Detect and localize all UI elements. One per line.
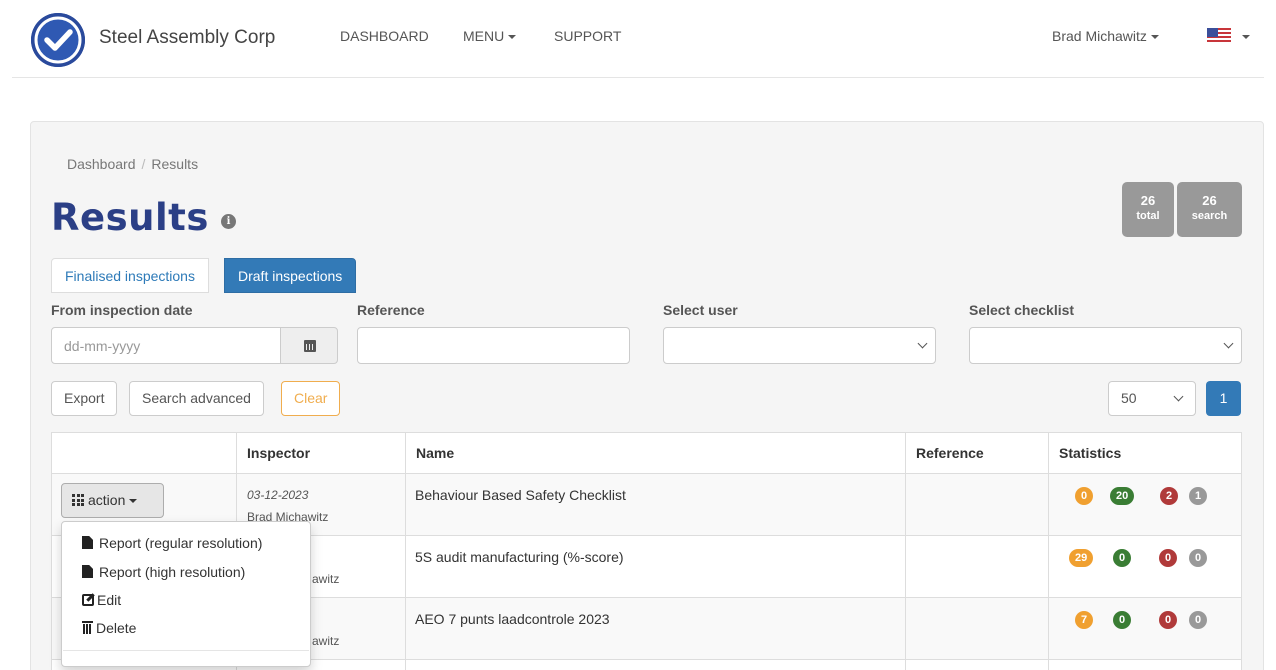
menu-item-edit[interactable]: Edit — [82, 592, 121, 608]
chevron-down-icon — [1173, 391, 1184, 402]
edit-icon — [82, 594, 94, 606]
breadcrumb-results: Results — [151, 156, 199, 172]
info-icon[interactable]: i — [221, 214, 236, 229]
column-divider — [405, 433, 406, 670]
user-select[interactable] — [663, 327, 936, 364]
total-count-label: total — [1136, 210, 1160, 222]
search-count-badge: 26 search — [1177, 182, 1242, 237]
stat-badge-warning: 0 — [1075, 487, 1094, 505]
column-divider — [1048, 433, 1049, 670]
row-name[interactable]: 5S audit manufacturing (%-score) — [415, 549, 624, 565]
menu-divider — [63, 650, 309, 651]
clear-button[interactable]: Clear — [281, 381, 341, 416]
checkmark-logo-icon[interactable] — [31, 13, 85, 67]
reference-filter-label: Reference — [357, 302, 425, 318]
total-count-value: 26 — [1140, 193, 1156, 208]
row-name[interactable]: AEO 7 punts laadcontrole 2023 — [415, 611, 610, 627]
user-name: Brad Michawitz — [1052, 28, 1147, 44]
tab-draft-inspections[interactable]: Draft inspections — [224, 258, 357, 293]
header-reference[interactable]: Reference — [916, 433, 984, 473]
search-count-label: search — [1191, 210, 1228, 222]
nav-dashboard[interactable]: DASHBOARD — [340, 28, 429, 44]
header-divider — [52, 473, 1241, 474]
tab-finalised-inspections[interactable]: Finalised inspections — [51, 258, 209, 293]
page-title: Results — [51, 196, 209, 239]
row-date: 03-12-2023 — [247, 488, 309, 502]
menu-item-label: Edit — [97, 592, 122, 608]
user-filter-label: Select user — [663, 302, 738, 318]
reference-input[interactable] — [357, 327, 630, 364]
stat-badge-muted: 0 — [1189, 611, 1208, 629]
stat-badge-warning: 7 — [1075, 611, 1094, 629]
menu-item-label: Delete — [96, 620, 137, 636]
breadcrumb: Dashboard / Results — [67, 156, 199, 172]
stat-badge-danger: 2 — [1160, 487, 1179, 505]
row-inspector: awitz — [312, 572, 340, 586]
checklist-select[interactable] — [969, 327, 1242, 364]
stat-badge-muted: 0 — [1189, 549, 1208, 567]
caret-down-icon — [129, 499, 138, 504]
total-count-badge: 26 total — [1122, 182, 1174, 237]
trash-icon — [82, 621, 93, 634]
header-name[interactable]: Name — [416, 433, 454, 473]
header-inspector[interactable]: Inspector — [247, 433, 310, 473]
grid-icon — [72, 494, 84, 506]
calendar-icon — [304, 340, 316, 352]
export-button[interactable]: Export — [51, 381, 118, 416]
search-count-value: 26 — [1202, 193, 1217, 208]
stat-badge-danger: 0 — [1159, 549, 1178, 567]
breadcrumb-dashboard[interactable]: Dashboard — [67, 156, 136, 172]
navbar-divider — [12, 77, 1264, 78]
menu-item-label: Report (regular resolution) — [99, 535, 263, 551]
checklist-filter-label: Select checklist — [969, 302, 1075, 318]
caret-down-icon — [508, 35, 517, 40]
file-icon — [82, 536, 93, 549]
nav-support[interactable]: SUPPORT — [554, 28, 621, 44]
caret-down-icon — [1150, 35, 1159, 40]
chevron-down-icon — [917, 338, 928, 349]
stat-badge-warning: 29 — [1069, 549, 1094, 567]
menu-item-label: Report (high resolution) — [99, 564, 246, 580]
menu-item-report-regular[interactable]: Report (regular resolution) — [82, 535, 262, 551]
stat-badge-danger: 0 — [1159, 611, 1178, 629]
file-icon — [82, 565, 93, 578]
header-statistics[interactable]: Statistics — [1059, 433, 1121, 473]
stat-badge-success: 0 — [1113, 549, 1132, 567]
brand-name[interactable]: Steel Assembly Corp — [99, 27, 275, 49]
language-caret-icon[interactable] — [1242, 35, 1250, 39]
row-name[interactable]: Behaviour Based Safety Checklist — [415, 487, 626, 503]
chevron-down-icon — [1223, 338, 1234, 349]
nav-menu[interactable]: MENU — [463, 28, 517, 44]
menu-item-delete[interactable]: Delete — [82, 620, 136, 636]
navbar: Steel Assembly Corp DASHBOARD MENU SUPPO… — [0, 0, 1276, 78]
us-flag-icon[interactable] — [1207, 28, 1231, 44]
date-input[interactable] — [51, 327, 281, 364]
stat-badge-muted: 1 — [1189, 487, 1208, 505]
column-divider — [905, 433, 906, 670]
search-advanced-button[interactable]: Search advanced — [129, 381, 264, 416]
page-size-select[interactable]: 50 — [1108, 381, 1196, 416]
page-1-button[interactable]: 1 — [1206, 381, 1241, 416]
page-size-value: 50 — [1121, 390, 1137, 406]
row-inspector: awitz — [312, 634, 340, 648]
nav-menu-label: MENU — [463, 28, 505, 44]
action-dropdown-menu: Report (regular resolution) Report (high… — [61, 521, 311, 667]
date-filter-label: From inspection date — [51, 302, 193, 318]
stat-badge-success: 0 — [1113, 611, 1132, 629]
stat-badge-success: 20 — [1110, 487, 1135, 505]
action-label: action — [88, 492, 126, 508]
user-menu[interactable]: Brad Michawitz — [1052, 28, 1159, 44]
action-dropdown-button[interactable]: action — [61, 483, 164, 518]
menu-item-report-high[interactable]: Report (high resolution) — [82, 564, 245, 580]
calendar-button[interactable] — [280, 327, 338, 364]
